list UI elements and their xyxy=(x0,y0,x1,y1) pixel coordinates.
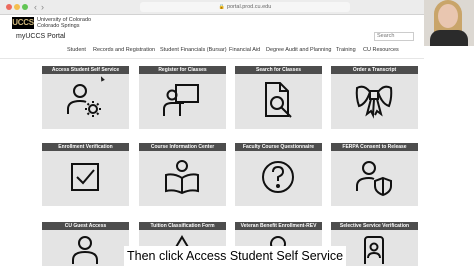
reader-book-icon xyxy=(165,160,199,195)
tile-order-a-transcript[interactable]: Order a Transcript xyxy=(331,66,418,129)
browser-toolbar: ‹ › 🔒 portal.prod.cu.edu xyxy=(0,0,474,15)
nav-item-degree-audit[interactable]: Degree Audit and Planning xyxy=(266,47,331,53)
uccs-logo: UCCS xyxy=(12,17,34,29)
address-url: portal.prod.cu.edu xyxy=(226,4,272,10)
tile-title: Veteran Benefit Enrollment-REV xyxy=(235,222,322,230)
tile-title: FERPA Consent to Release xyxy=(331,143,418,151)
tile-title: Faculty Course Questionnaire xyxy=(235,143,322,151)
tile-title: Tuition Classification Form xyxy=(139,222,226,230)
nav-item-training[interactable]: Training xyxy=(336,47,356,53)
forward-arrow-icon[interactable]: › xyxy=(41,1,44,13)
nav-item-student[interactable]: Student xyxy=(67,47,86,53)
nav-item-financial-aid[interactable]: Financial Aid xyxy=(229,47,260,53)
nav-item-records-registration[interactable]: Records and Registration xyxy=(93,47,155,53)
presenter-board-icon xyxy=(163,84,199,116)
question-circle-icon xyxy=(262,161,294,193)
tile-search-for-classes[interactable]: Search for Classes xyxy=(235,66,322,129)
tile-title: Order a Transcript xyxy=(331,66,418,74)
app-title: myUCCS Portal xyxy=(16,33,66,40)
back-arrow-icon[interactable]: ‹ xyxy=(34,1,37,13)
tile-title: Access Student Self Service xyxy=(42,66,129,74)
tile-title: Selective Service Verification xyxy=(331,222,418,230)
address-bar[interactable]: 🔒 portal.prod.cu.edu xyxy=(140,2,350,12)
presenter-face xyxy=(438,4,458,28)
tile-title: Search for Classes xyxy=(235,66,322,74)
lock-icon: 🔒 xyxy=(218,4,225,10)
user-gear-icon xyxy=(67,84,101,117)
maximize-window-button[interactable] xyxy=(22,4,28,10)
search-input[interactable] xyxy=(374,32,414,41)
tile-register-for-classes[interactable]: Register for Classes xyxy=(139,66,226,129)
nav-item-student-financials[interactable]: Student Financials (Bursar) xyxy=(160,47,227,53)
id-badge-icon xyxy=(364,236,384,264)
tile-faculty-course-questionnaire[interactable]: Faculty Course Questionnaire xyxy=(235,143,322,206)
ribbon-diploma-icon xyxy=(355,85,393,119)
minimize-window-button[interactable] xyxy=(14,4,20,10)
close-window-button[interactable] xyxy=(6,4,12,10)
tile-cu-guest-access[interactable]: CU Guest Access xyxy=(42,222,129,266)
tile-title: Course Information Center xyxy=(139,143,226,151)
checkbox-icon xyxy=(71,163,99,191)
document-search-icon xyxy=(265,82,292,118)
portal-nav: Student Records and Registration Student… xyxy=(0,44,424,59)
webcam-overlay xyxy=(424,0,474,46)
tile-title: Register for Classes xyxy=(139,66,226,74)
university-name: University of Colorado Colorado Springs xyxy=(37,17,91,29)
university-line2: Colorado Springs xyxy=(37,23,80,29)
tile-access-student-self-service[interactable]: Access Student Self Service xyxy=(42,66,129,129)
presenter-body xyxy=(430,30,468,46)
user-icon xyxy=(72,236,98,264)
tile-ferpa-consent-to-release[interactable]: FERPA Consent to Release xyxy=(331,143,418,206)
video-caption: Then click Access Student Self Service xyxy=(124,246,347,266)
tile-title: CU Guest Access xyxy=(42,222,129,230)
tile-course-information-center[interactable]: Course Information Center xyxy=(139,143,226,206)
tile-enrollment-verification[interactable]: Enrollment Verification xyxy=(42,143,129,206)
user-shield-icon xyxy=(356,161,392,197)
tile-title: Enrollment Verification xyxy=(42,143,129,151)
nav-item-cu-resources[interactable]: CU Resources xyxy=(363,47,399,53)
